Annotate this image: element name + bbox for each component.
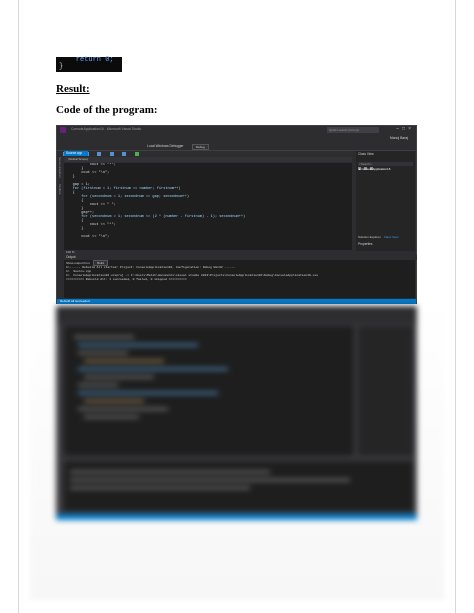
- config-select[interactable]: Debug: [191, 144, 209, 150]
- tree-item[interactable]: ▸ ConsoleApplication16: [356, 167, 415, 171]
- status-bar: Rebuild All succeeded: [57, 299, 416, 304]
- tab-class-view[interactable]: Class View: [384, 235, 399, 239]
- code-snippet-line: return 0;: [59, 56, 114, 64]
- open-icon[interactable]: [97, 152, 102, 156]
- output-line: ========== Rebuild All: 1 succeeded, 0 f…: [66, 278, 187, 281]
- blurred-status-bar: [56, 514, 417, 520]
- code-editor[interactable]: cout << "*"; } cout << "\n"; } gap = 1; …: [64, 163, 352, 250]
- class-view-panel: Class View <Search> ▸ ConsoleApplication…: [356, 151, 415, 251]
- code-snippet-line: }: [59, 63, 64, 71]
- code-line: for (firstnum = 1; firstnum <= number; f…: [64, 187, 181, 191]
- visual-studio-logo-icon: [60, 127, 66, 133]
- window-controls[interactable]: –□×: [396, 126, 414, 132]
- code-heading: Code of the program:: [56, 104, 158, 116]
- window-title: ConsoleApplication16 - Microsoft Visual …: [71, 127, 142, 131]
- quick-launch-input[interactable]: Quick Launch (Ctrl+Q): [327, 127, 379, 133]
- scope-select[interactable]: (Global Scope): [68, 157, 88, 161]
- blurred-editor: [64, 326, 354, 456]
- code-line: }: [64, 227, 84, 231]
- zoom-level[interactable]: 100 %: [64, 250, 354, 254]
- output-title: Output: [64, 255, 417, 260]
- properties-title: Properties: [358, 242, 373, 246]
- code-line: cout << "\n";: [64, 235, 110, 239]
- toolbar: Local Windows Debugger Debug: [57, 143, 416, 156]
- user-name[interactable]: Manoj Baraj: [390, 136, 408, 140]
- save-icon[interactable]: [109, 152, 114, 156]
- editor-nav-bar: (Global Scope): [64, 157, 352, 162]
- start-debugger-button[interactable]: Local Windows Debugger: [147, 144, 183, 148]
- save-all-icon[interactable]: [122, 152, 127, 156]
- blurred-screenshot: [56, 306, 417, 520]
- code-snippet: return 0; }: [56, 57, 122, 72]
- output-line: 1>------ Rebuild All started: Project: C…: [66, 266, 236, 269]
- result-heading: Result:: [56, 83, 90, 95]
- left-tool-strip: Server Explorer Toolbox: [57, 151, 63, 250]
- visual-studio-screenshot: ConsoleApplication16 - Microsoft Visual …: [56, 125, 417, 304]
- title-bar: ConsoleApplication16 - Microsoft Visual …: [57, 126, 416, 135]
- editor-tab-source[interactable]: Source.cpp: [64, 151, 88, 156]
- toolbox-tab[interactable]: Toolbox: [58, 184, 62, 194]
- blurred-side-panel: [358, 326, 413, 456]
- play-icon[interactable]: [134, 152, 139, 156]
- code-line: for (secondnum = 1; secondnum <= (2 * (n…: [64, 215, 246, 219]
- menu-bar: FILE EDIT VIEW PROJECT BUILD DEBUG TEAM …: [57, 136, 416, 150]
- panel-toolbar: [358, 157, 413, 170]
- blurred-toolbar: [56, 306, 417, 324]
- search-input[interactable]: <Search>: [358, 162, 413, 166]
- output-source: Show output from: Build: [66, 260, 108, 266]
- output-panel: Output Show output from: Build 1>------ …: [64, 255, 417, 298]
- server-explorer-tab[interactable]: Server Explorer: [58, 157, 62, 178]
- output-source-label: Show output from:: [66, 261, 91, 265]
- blurred-output: [64, 461, 413, 511]
- code-line: }: [64, 175, 75, 179]
- tab-solution-explorer[interactable]: Solution Explorer: [358, 235, 381, 239]
- panel-tabs: Solution Explorer Class View: [356, 235, 415, 239]
